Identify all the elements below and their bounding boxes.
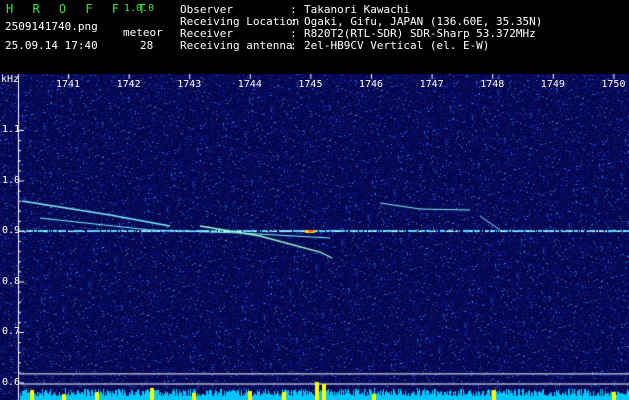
meteor-count: 28 — [140, 39, 154, 52]
x-tick-label: 1743 — [177, 79, 202, 90]
meteor-label: meteor — [123, 26, 163, 39]
x-tick-label: 1741 — [56, 79, 81, 90]
y-tick-label: 0.9 — [2, 225, 21, 236]
x-tick-label: 1742 — [116, 79, 141, 90]
app-version: 1.0.0 — [124, 3, 155, 14]
x-tick-label: 1747 — [419, 79, 444, 90]
y-tick-label: 0.7 — [2, 326, 21, 337]
x-tick-label: 1750 — [601, 79, 626, 90]
antenna-value: 2el-HB9CV Vertical (el. E-W) — [304, 39, 490, 52]
y-tick-label: 0.8 — [2, 275, 21, 287]
x-tick-label: 1745 — [298, 79, 323, 90]
hrofft-window: H R O F F T 1.0.0 2509141740.png 25.09.1… — [0, 0, 629, 400]
y-tick-label: 1.1 — [2, 124, 21, 135]
y-tick-label: 0.6 — [2, 376, 21, 388]
x-tick-label: 1749 — [540, 79, 565, 90]
x-tick-label: 1748 — [480, 79, 505, 90]
y-tick-label: 1.0 — [2, 174, 21, 186]
capture-datetime: 25.09.14 17:40 — [5, 39, 98, 52]
file-name: 2509141740.png — [5, 20, 98, 33]
y-axis-unit: kHz — [1, 74, 20, 85]
antenna-separator: : — [290, 39, 297, 52]
x-tick-label: 1744 — [237, 79, 262, 90]
x-tick-label: 1746 — [359, 79, 384, 90]
spectrogram-canvas — [0, 74, 629, 400]
antenna-label: Receiving antenna — [180, 39, 293, 52]
